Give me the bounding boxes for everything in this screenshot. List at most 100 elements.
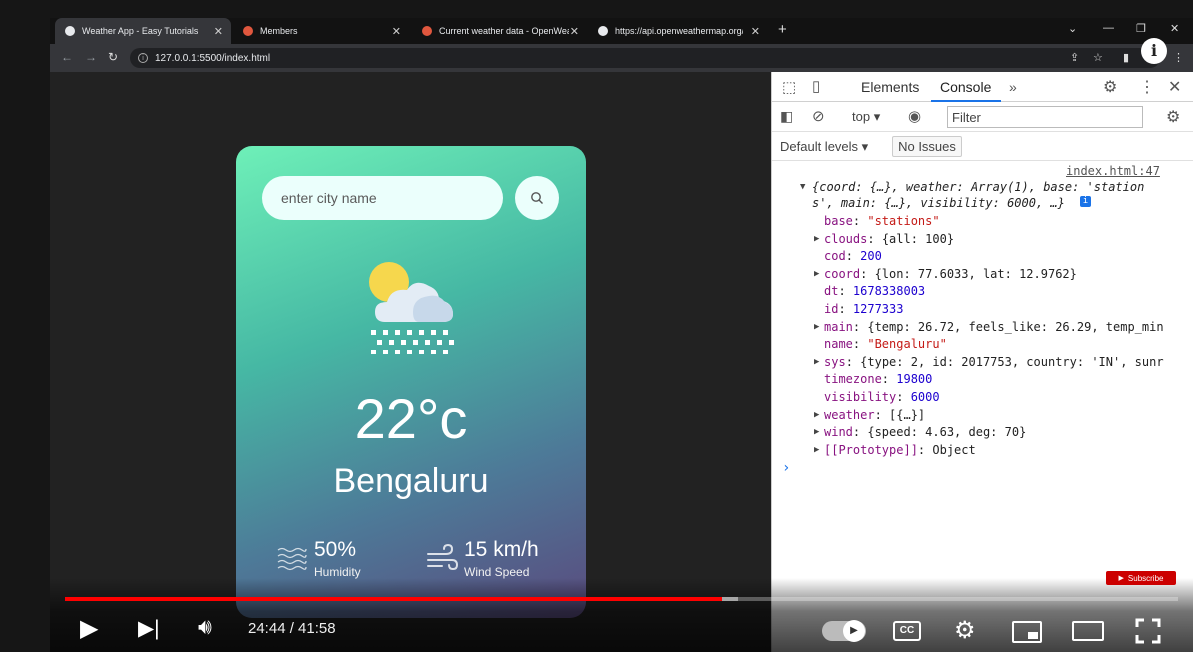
property-value: "stations": [867, 214, 940, 228]
eye-icon[interactable]: ◉: [908, 107, 921, 125]
volume-icon[interactable]: 🔊︎: [198, 614, 212, 640]
context-selector[interactable]: top ▾: [852, 109, 880, 125]
property-separator: :: [845, 354, 861, 369]
forward-icon[interactable]: →: [85, 50, 97, 64]
tab-elements[interactable]: Elements: [861, 72, 919, 102]
fullscreen-icon[interactable]: [1135, 618, 1161, 644]
new-tab-button[interactable]: +: [778, 21, 787, 38]
close-icon[interactable]: ✕: [1168, 77, 1181, 97]
side-panel-icon[interactable]: ▮: [1123, 51, 1129, 64]
object-property-row[interactable]: clouds: {all: 100}: [824, 232, 954, 246]
object-property-row[interactable]: [[Prototype]]: Object: [824, 443, 976, 457]
object-property-row[interactable]: coord: {lon: 77.6033, lat: 12.9762}: [824, 267, 1077, 281]
settings-gear-icon[interactable]: ⚙: [954, 616, 976, 645]
info-card-icon[interactable]: i: [1141, 38, 1167, 64]
subscribe-button[interactable]: ▶ Subscribe: [1106, 571, 1176, 585]
sidebar-toggle-icon[interactable]: ◧: [780, 108, 793, 125]
expand-triangle-icon[interactable]: ▶: [814, 322, 819, 332]
tab-api[interactable]: https://api.openweathermap.org/ ✕: [588, 18, 768, 44]
console-prompt[interactable]: ›: [782, 460, 790, 476]
theater-mode-icon[interactable]: [1072, 621, 1104, 641]
console-settings-gear-icon[interactable]: ⚙: [1166, 107, 1180, 127]
expand-triangle-icon[interactable]: ▶: [814, 234, 819, 244]
tab-console[interactable]: Console: [931, 72, 1001, 102]
device-toggle-icon[interactable]: ▯: [812, 77, 820, 95]
progress-bar[interactable]: [65, 597, 1178, 601]
object-property-row[interactable]: base: "stations": [824, 214, 940, 228]
video-player[interactable]: Weather App - Easy Tutorials ✕ Members ✕…: [50, 18, 1193, 652]
settings-gear-icon[interactable]: ⚙: [1103, 77, 1117, 97]
clear-console-icon[interactable]: ⊘: [812, 107, 825, 125]
tab-members[interactable]: Members ✕: [233, 18, 409, 44]
city-search-input[interactable]: [262, 176, 503, 220]
expand-triangle-icon[interactable]: ▶: [814, 427, 819, 437]
reload-icon[interactable]: ↻: [108, 50, 118, 64]
filter-input[interactable]: [947, 106, 1143, 128]
url-field[interactable]: i 127.0.0.1:5500/index.html: [130, 48, 1160, 68]
close-icon[interactable]: ✕: [570, 25, 579, 38]
object-property-row[interactable]: main: {temp: 26.72, feels_like: 26.29, t…: [824, 320, 1164, 334]
site-info-icon[interactable]: i: [138, 53, 148, 63]
info-badge-icon[interactable]: i: [1080, 196, 1091, 207]
tab-title: Members: [260, 26, 298, 36]
inspect-element-icon[interactable]: ⬚: [782, 78, 796, 96]
console-toolbar: ◧ ⊘ top ▾ ◉ ⚙: [772, 102, 1193, 132]
globe-icon: [598, 26, 608, 36]
minimize-button[interactable]: —: [1103, 22, 1114, 34]
close-window-button[interactable]: ✕: [1170, 22, 1179, 35]
property-value: 200: [860, 249, 882, 264]
close-icon[interactable]: ✕: [214, 25, 223, 38]
property-separator: :: [917, 442, 933, 457]
tab-openweather[interactable]: Current weather data - OpenWeather ✕: [412, 18, 587, 44]
log-summary-line-1[interactable]: {coord: {…}, weather: Array(1), base: 's…: [812, 180, 1144, 194]
source-link[interactable]: index.html:47: [1066, 164, 1160, 178]
property-key: cod: [824, 249, 846, 264]
close-icon[interactable]: ✕: [751, 25, 760, 38]
back-icon[interactable]: ←: [61, 50, 73, 64]
kebab-menu-icon[interactable]: ⋮: [1139, 77, 1155, 97]
property-value: 19800: [896, 372, 933, 387]
expand-triangle-icon[interactable]: ▶: [814, 445, 819, 455]
console-levels-bar: Default levels ▾ No Issues: [772, 132, 1193, 161]
collapse-triangle-icon[interactable]: ▼: [800, 182, 805, 192]
property-separator: :: [881, 372, 897, 387]
openweather-icon: [243, 26, 253, 36]
devtools-panel: ⬚ ▯ Elements Console » ⚙ ⋮ ✕ ◧ ⊘ top ▾ ◉…: [771, 72, 1193, 652]
expand-triangle-icon[interactable]: ▶: [814, 410, 819, 420]
object-property-row[interactable]: name: "Bengaluru": [824, 337, 947, 351]
chevron-down-icon[interactable]: ⌄: [1068, 22, 1077, 35]
search-button[interactable]: [515, 176, 559, 220]
object-property-row[interactable]: dt: 1678338003: [824, 284, 925, 298]
play-icon[interactable]: ▶: [80, 614, 98, 643]
expand-triangle-icon[interactable]: ▶: [814, 269, 819, 279]
next-icon[interactable]: ▶|: [138, 616, 160, 641]
captions-icon[interactable]: CC: [893, 621, 921, 641]
progress-played: [65, 597, 722, 601]
share-icon[interactable]: ⇪: [1070, 51, 1079, 64]
restore-button[interactable]: ❐: [1136, 22, 1146, 35]
property-key: visibility: [824, 390, 897, 404]
tab-weather-app[interactable]: Weather App - Easy Tutorials ✕: [55, 18, 231, 44]
log-levels-dropdown[interactable]: Default levels ▾: [780, 139, 868, 155]
object-property-row[interactable]: sys: {type: 2, id: 2017753, country: 'IN…: [824, 355, 1164, 369]
object-property-row[interactable]: id: 1277333: [824, 302, 903, 316]
url-text: 127.0.0.1:5500/index.html: [155, 52, 271, 64]
log-summary-line-2[interactable]: s', main: {…}, visibility: 6000, …}: [812, 196, 1065, 210]
wind-icon: [427, 543, 458, 570]
play-logo-icon: ▶: [1118, 575, 1124, 582]
miniplayer-icon[interactable]: [1012, 621, 1042, 643]
close-icon[interactable]: ✕: [392, 25, 401, 38]
kebab-menu-icon[interactable]: ⋮: [1173, 51, 1184, 64]
expand-triangle-icon[interactable]: ▶: [814, 357, 819, 367]
object-property-row[interactable]: weather: [{…}]: [824, 408, 925, 422]
bookmark-star-icon[interactable]: ☆: [1093, 51, 1103, 64]
property-value: {all: 100}: [881, 231, 955, 246]
object-property-row[interactable]: wind: {speed: 4.63, deg: 70}: [824, 425, 1026, 439]
object-property-row[interactable]: visibility: 6000: [824, 390, 940, 404]
issues-button[interactable]: No Issues: [892, 136, 962, 157]
more-tabs-icon[interactable]: »: [1009, 72, 1017, 102]
object-property-row[interactable]: cod: 200: [824, 249, 882, 263]
property-value: "Bengaluru": [867, 337, 947, 352]
object-property-row[interactable]: timezone: 19800: [824, 372, 932, 386]
autoplay-toggle[interactable]: ▶: [822, 620, 866, 642]
